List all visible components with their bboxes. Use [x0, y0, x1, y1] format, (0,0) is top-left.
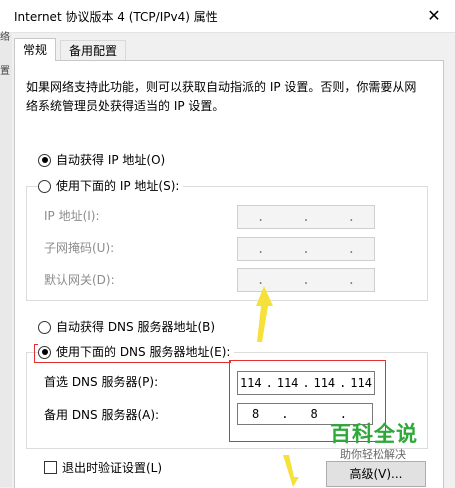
auto-dns-radio[interactable]: 自动获得 DNS 服务器地址(B): [38, 318, 215, 336]
dns-octet: 8: [310, 407, 318, 421]
octet-separator: .: [257, 210, 265, 224]
background-window-strip: 络 置: [0, 32, 12, 487]
octet-separator: .: [257, 242, 265, 256]
preferred-dns-label: 首选 DNS 服务器(P):: [44, 375, 159, 389]
window-title: Internet 协议版本 4 (TCP/IPv4) 属性: [14, 10, 218, 24]
default-gateway-label: 默认网关(D):: [44, 273, 115, 287]
auto-dns-label: 自动获得 DNS 服务器地址(B): [56, 320, 216, 334]
alternate-dns-label: 备用 DNS 服务器(A):: [44, 408, 160, 422]
manual-ip-radio[interactable]: 使用下面的 IP 地址(S):: [38, 177, 184, 195]
octet-separator: .: [302, 376, 310, 390]
octet-separator: .: [302, 273, 310, 287]
watermark-logo: 百科全说 助你轻松解决: [322, 418, 432, 462]
background-char: 置: [0, 66, 10, 77]
tab-general[interactable]: 常规: [14, 38, 57, 61]
manual-ip-label: 使用下面的 IP 地址(S):: [56, 179, 180, 193]
validate-settings-checkbox[interactable]: 退出时验证设置(L): [44, 459, 162, 476]
octet-separator: .: [347, 273, 355, 287]
dns-octet: 114: [276, 376, 299, 390]
arrow-down-annotation-icon: [283, 455, 299, 487]
dns-octet: 114: [350, 376, 372, 390]
octet-separator: .: [339, 376, 347, 390]
subnet-mask-label: 子网掩码(U):: [44, 241, 115, 255]
ip-address-label: IP 地址(I):: [44, 209, 100, 223]
title-bar: Internet 协议版本 4 (TCP/IPv4) 属性 ✕: [0, 0, 455, 33]
auto-ip-label: 自动获得 IP 地址(O): [56, 153, 166, 167]
manual-dns-radio[interactable]: 使用下面的 DNS 服务器地址(E):: [38, 343, 235, 361]
radio-checked-icon: [38, 153, 51, 167]
watermark-title: 百科全说: [330, 422, 418, 446]
octet-separator: .: [302, 210, 310, 224]
octet-separator: .: [347, 242, 355, 256]
octet-separator: .: [265, 376, 273, 390]
validate-settings-label: 退出时验证设置(L): [62, 461, 163, 475]
octet-separator: .: [347, 210, 355, 224]
description-text: 如果网络支持此功能，则可以获取自动指派的 IP 设置。否则，你需要从网络系统管理…: [26, 80, 417, 113]
radio-unchecked-icon: [38, 320, 51, 334]
dns-octet: 8: [252, 407, 260, 421]
advanced-button[interactable]: 高级(V)...: [326, 461, 426, 487]
tab-alternate-config[interactable]: 备用配置: [60, 40, 127, 61]
ip-address-input[interactable]: . . .: [237, 205, 375, 229]
auto-ip-radio[interactable]: 自动获得 IP 地址(O): [38, 151, 165, 169]
radio-checked-icon: [38, 345, 51, 359]
subnet-mask-input[interactable]: . . .: [237, 237, 375, 261]
octet-separator: .: [281, 407, 289, 421]
preferred-dns-input[interactable]: 114 . 114 . 114 . 114: [237, 371, 375, 395]
manual-dns-label: 使用下面的 DNS 服务器地址(E):: [56, 345, 231, 359]
octet-separator: .: [302, 242, 310, 256]
dns-octet: 114: [313, 376, 336, 390]
dns-octet: 114: [239, 376, 262, 390]
watermark-subtitle: 助你轻松解决: [340, 448, 406, 461]
radio-unchecked-icon: [38, 179, 51, 193]
close-button[interactable]: ✕: [413, 0, 455, 32]
background-char: 络: [0, 32, 10, 43]
arrow-up-annotation-icon: [256, 286, 273, 342]
checkbox-icon: [44, 461, 57, 474]
close-icon: ✕: [427, 6, 441, 25]
